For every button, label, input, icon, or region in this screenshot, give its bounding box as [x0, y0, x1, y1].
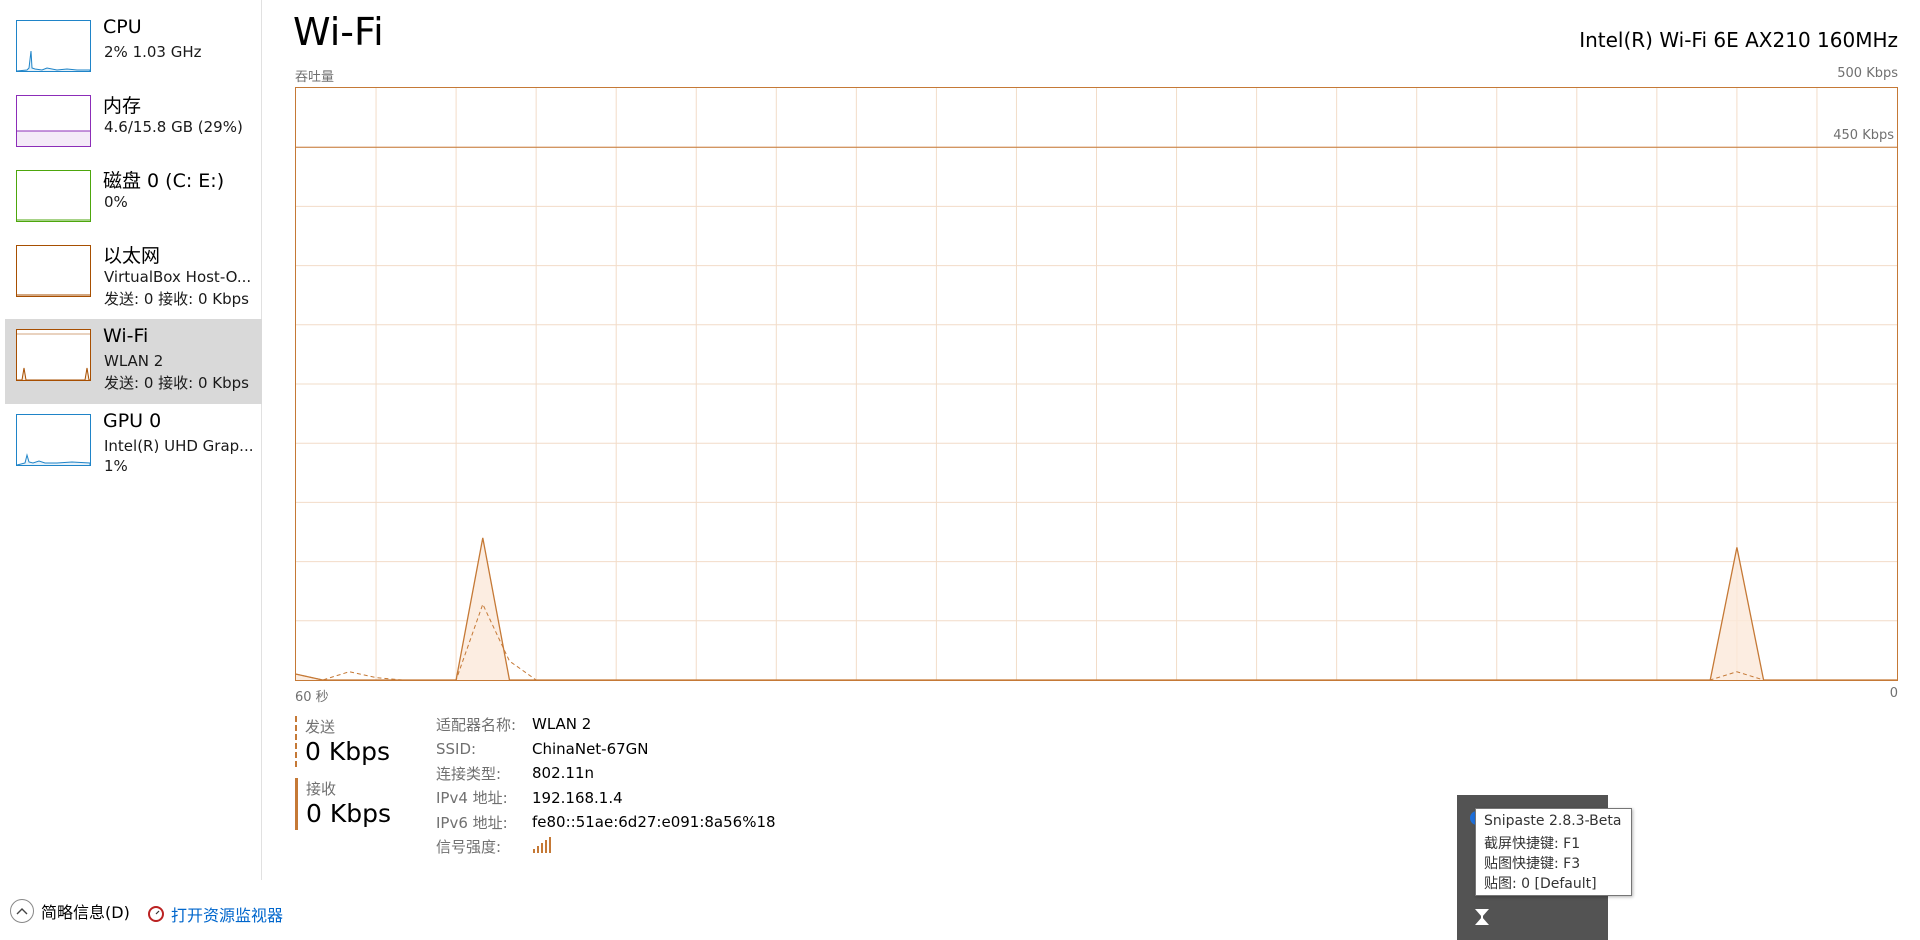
snipaste-tooltip: Snipaste 2.8.3-Beta 截屏快捷键: F1 贴图快捷键: F3 … [1475, 808, 1632, 896]
property-value: fe80::51ae:6d27:e091:8a56%18 [532, 813, 776, 832]
property-row: IPv4 地址: 192.168.1.4 [436, 786, 776, 811]
tooltip-line: 贴图: 0 [Default] [1484, 876, 1597, 892]
memory-thumbnail-graph [16, 95, 91, 147]
sidebar-item-title: Wi-Fi [103, 325, 149, 347]
sidebar-item-title: 磁盘 0 (C: E:) [103, 170, 225, 192]
sidebar-item-disk[interactable]: 磁盘 0 (C: E:) 0% [5, 160, 262, 245]
property-key: IPv4 地址: [436, 789, 508, 808]
chart-y-label: 吞吐量 [295, 70, 335, 85]
chevron-up-icon [10, 899, 34, 923]
sidebar-item-detail: WLAN 2 [104, 352, 164, 370]
sidebar-item-memory[interactable]: 内存 4.6/15.8 GB (29%) [5, 85, 262, 170]
page-title: Wi-Fi [293, 10, 384, 54]
property-key: 适配器名称: [436, 715, 517, 734]
sidebar-item-detail: 4.6/15.8 GB (29%) [104, 118, 243, 136]
tooltip-line: 贴图快捷键: F3 [1484, 856, 1581, 872]
property-key: IPv6 地址: [436, 813, 508, 832]
property-value: WLAN 2 [532, 715, 592, 734]
property-row: 适配器名称: WLAN 2 [436, 712, 776, 737]
send-stat: 发送 0 Kbps [295, 716, 390, 767]
tooltip-line: 截屏快捷键: F1 [1484, 836, 1581, 852]
sidebar-item-title: CPU [103, 16, 142, 38]
snipaste-icon[interactable] [1473, 907, 1491, 927]
gpu-thumbnail-graph [16, 414, 91, 466]
sidebar-item-detail-2: 1% [104, 457, 128, 475]
sidebar-item-detail: 2% 1.03 GHz [104, 43, 202, 61]
sidebar-item-detail: 0% [104, 193, 128, 211]
chart-x-left-label: 60 秒 [295, 690, 329, 705]
fewer-details-button[interactable]: 简略信息(D) [10, 899, 130, 923]
chart-y-max-label: 500 Kbps [1837, 66, 1898, 81]
sidebar-item-detail: VirtualBox Host-O... [104, 268, 252, 286]
disk-thumbnail-graph [16, 170, 91, 222]
sidebar-item-title: 以太网 [103, 245, 161, 267]
send-label: 发送 [305, 718, 336, 736]
receive-value: 0 Kbps [306, 799, 392, 828]
open-resource-monitor-link[interactable]: 打开资源监视器 [148, 902, 283, 926]
sidebar-item-throughput: 发送: 0 接收: 0 Kbps [104, 290, 249, 308]
property-key: 信号强度: [436, 838, 502, 857]
sidebar-item-throughput: 发送: 0 接收: 0 Kbps [104, 374, 249, 392]
adapter-properties: 适配器名称: WLAN 2 SSID: ChinaNet-67GN 连接类型: … [436, 712, 776, 859]
property-key: SSID: [436, 739, 477, 758]
chart-scale-line-label: 450 Kbps [1833, 128, 1894, 143]
receive-stat: 接收 0 Kbps [295, 778, 391, 830]
property-value: 192.168.1.4 [532, 788, 623, 807]
sidebar-item-ethernet[interactable]: 以太网 VirtualBox Host-O... 发送: 0 接收: 0 Kbp… [5, 235, 262, 320]
receive-label: 接收 [306, 780, 337, 798]
sidebar-item-wifi[interactable]: Wi-Fi WLAN 2 发送: 0 接收: 0 Kbps [5, 319, 262, 404]
tooltip-line: Snipaste 2.8.3-Beta [1484, 813, 1622, 829]
send-value: 0 Kbps [305, 737, 391, 766]
open-resource-monitor-label: 打开资源监视器 [171, 906, 284, 925]
cpu-thumbnail-graph [16, 20, 91, 72]
sidebar-item-gpu[interactable]: GPU 0 Intel(R) UHD Grap... 1% [5, 404, 262, 489]
sidebar-item-cpu[interactable]: CPU 2% 1.03 GHz [5, 10, 262, 95]
property-row: IPv6 地址: fe80::51ae:6d27:e091:8a56%18 [436, 810, 776, 835]
signal-strength-icon [532, 836, 552, 858]
resource-monitor-icon [148, 906, 164, 922]
sidebar-item-title: GPU 0 [103, 410, 162, 432]
property-value: ChinaNet-67GN [532, 739, 649, 758]
sidebar: CPU 2% 1.03 GHz 内存 4.6/15.8 GB (29%) 磁盘 … [0, 0, 262, 880]
chart-x-right-label: 0 [1889, 686, 1898, 701]
sidebar-item-title: 内存 [103, 95, 142, 117]
property-key: 连接类型: [436, 764, 502, 783]
sidebar-item-detail: Intel(R) UHD Grap... [104, 437, 254, 455]
wifi-thumbnail-graph [16, 329, 91, 381]
footer: 简略信息(D) 打开资源监视器 [0, 895, 600, 935]
property-row: 信号强度: [436, 835, 776, 860]
adapter-name: Intel(R) Wi-Fi 6E AX210 160MHz [1579, 28, 1898, 52]
throughput-chart: 450 Kbps [295, 87, 1898, 681]
fewer-details-label: 简略信息(D) [41, 903, 130, 922]
property-row: SSID: ChinaNet-67GN [436, 737, 776, 762]
property-value: 802.11n [532, 764, 594, 783]
property-row: 连接类型: 802.11n [436, 761, 776, 786]
ethernet-thumbnail-graph [16, 245, 91, 297]
